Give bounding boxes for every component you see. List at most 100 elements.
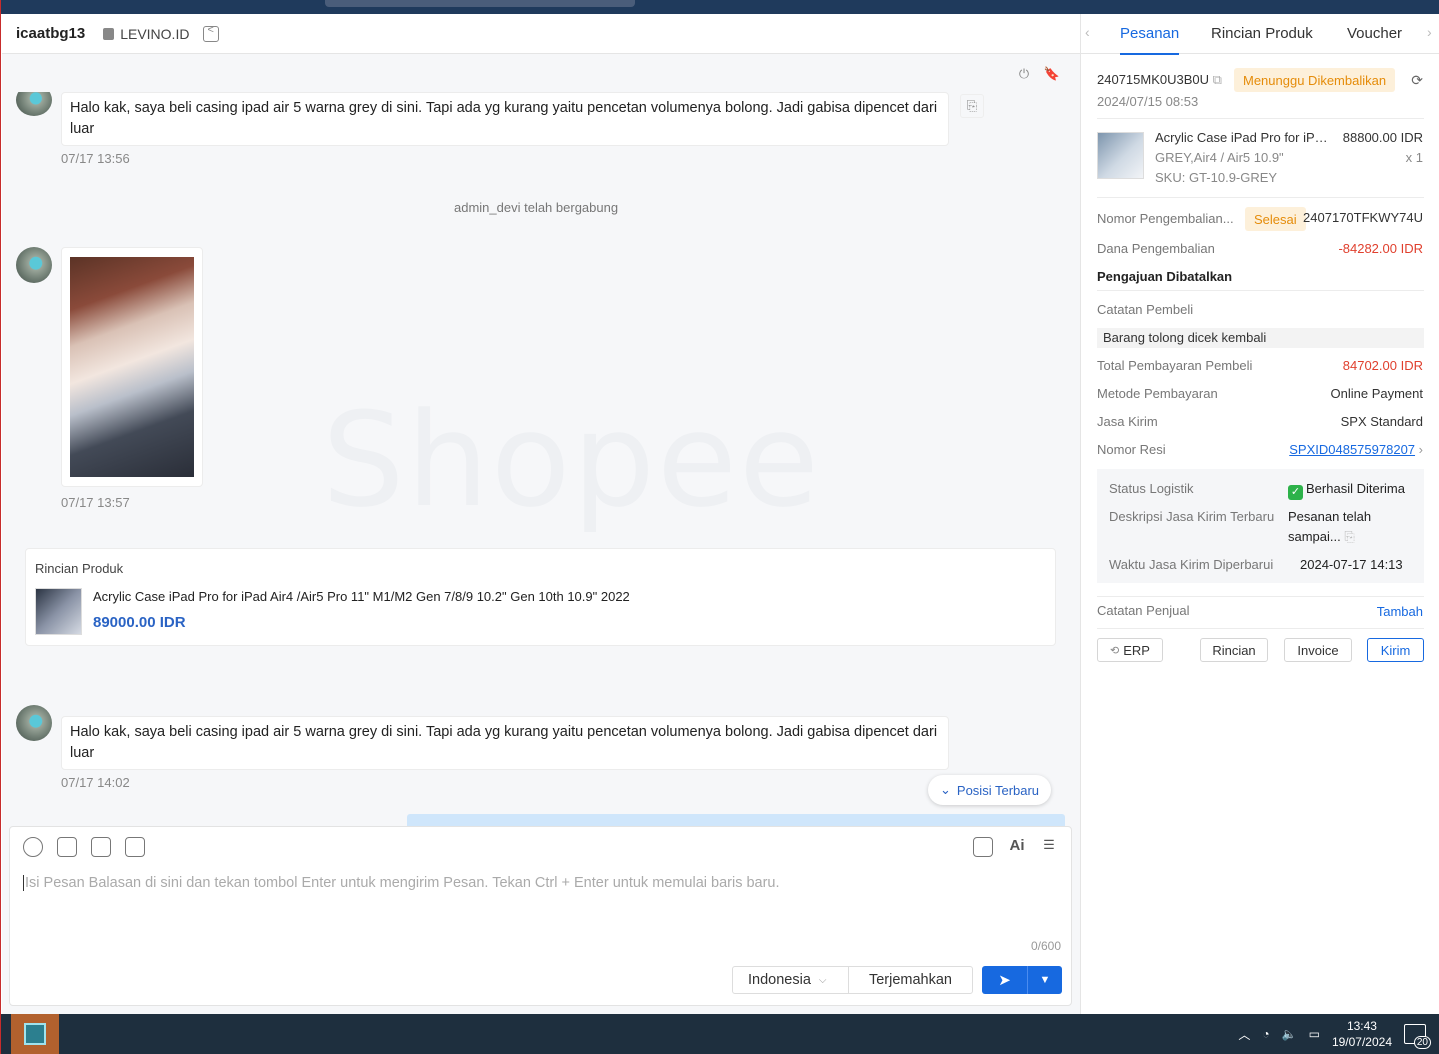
item-thumbnail[interactable] <box>1097 132 1144 179</box>
volume-icon[interactable]: 🔈 <box>1282 1027 1297 1041</box>
app-window: icaatbg13 LEVINO.ID ⏻ 🔖 Shopee Halo kak,… <box>0 0 1439 1054</box>
logistics-updated-value: 2024-07-17 14:13 <box>1300 557 1403 572</box>
bookmark-icon[interactable]: 🔖 <box>1044 66 1060 82</box>
image-icon[interactable] <box>57 837 77 857</box>
logistics-desc-line1: Pesanan telah <box>1288 509 1372 524</box>
emoji-icon[interactable] <box>23 837 43 857</box>
logistics-status-text: Berhasil Diterima <box>1306 481 1405 496</box>
payment-value: Online Payment <box>1330 386 1424 401</box>
ai-icon[interactable]: Ai <box>1009 837 1025 854</box>
order-id[interactable]: 240715MK0U3B0U ⧉ <box>1097 72 1222 88</box>
list-indent-icon[interactable]: ☰ <box>1041 837 1057 853</box>
refresh-icon[interactable]: ⟳ <box>1411 72 1423 89</box>
resi-row: SPXID048575978207 › <box>1289 442 1423 457</box>
resi-label: Nomor Resi <box>1097 442 1166 457</box>
product-card-label: Rincian Produk <box>35 561 124 576</box>
translate-icon[interactable]: ⎘ <box>960 94 984 118</box>
panel-tabs: ‹ Pesanan Rincian Produk Voucher › <box>1081 14 1439 55</box>
message-time: 07/17 14:02 <box>61 775 130 790</box>
avatar[interactable] <box>16 705 52 741</box>
notification-count: 20 <box>1413 1036 1431 1049</box>
copy-icon[interactable]: ⧉ <box>1213 72 1222 87</box>
language-value: Indonesia <box>748 972 811 988</box>
window-titlebar <box>1 0 1439 14</box>
divider <box>1097 596 1424 597</box>
seller-note-label: Catatan Penjual <box>1097 603 1190 618</box>
return-no: 2407170TFKWY74U <box>1303 210 1423 225</box>
message-time: 07/17 13:57 <box>61 495 130 510</box>
product-icon[interactable] <box>125 837 145 857</box>
app-taskbar-icon[interactable] <box>11 1014 59 1054</box>
quick-reply-icon[interactable] <box>973 837 993 857</box>
latest-position-label: Posisi Terbaru <box>956 782 1040 798</box>
payment-label: Metode Pembayaran <box>1097 386 1218 401</box>
network-icon[interactable]: ◔ <box>1262 1027 1269 1041</box>
avatar[interactable] <box>16 247 52 283</box>
send-order-button[interactable]: Kirim <box>1367 638 1424 662</box>
latest-position-button[interactable]: ⌄ Posisi Terbaru <box>928 775 1052 805</box>
logistics-desc-label: Deskripsi Jasa Kirim Terbaru <box>1109 509 1275 524</box>
shop-name: LEVINO.ID <box>120 25 190 42</box>
logistics-box: Status Logistik ✓ Berhasil Diterima Deskr… <box>1097 469 1424 583</box>
tab-voucher[interactable]: Voucher <box>1347 25 1402 42</box>
item-name[interactable]: Acrylic Case iPad Pro for iPad Air4 <box>1155 130 1330 145</box>
logistics-status-value: ✓ Berhasil Diterima <box>1288 479 1405 500</box>
return-status-badge: Selesai <box>1245 207 1306 231</box>
send-icon[interactable]: ➤ <box>982 966 1028 994</box>
invoice-button[interactable]: Invoice <box>1284 638 1352 662</box>
power-icon[interactable]: ⏻ <box>1016 66 1032 82</box>
window-tab[interactable] <box>325 0 635 7</box>
add-seller-note-link[interactable]: Tambah <box>1377 604 1423 619</box>
notification-icon[interactable]: 20 <box>1404 1024 1431 1049</box>
tab-pesanan[interactable]: Pesanan <box>1120 25 1180 55</box>
send-dropdown-chevron-icon[interactable]: ▼ <box>1028 966 1062 994</box>
customer-photo[interactable] <box>70 257 194 477</box>
divider <box>1097 118 1424 119</box>
char-counter: 0/600 <box>1030 939 1061 953</box>
logistics-updated-label: Waktu Jasa Kirim Diperbarui <box>1109 557 1274 572</box>
product-thumbnail[interactable] <box>35 588 82 635</box>
chevron-up-icon[interactable]: ︿ <box>1238 1026 1250 1043</box>
message-bubble: Halo kak, saya beli casing ipad air 5 wa… <box>61 92 949 146</box>
detail-button[interactable]: Rincian <box>1200 638 1268 662</box>
buyer-note: Barang tolong dicek kembali <box>1097 328 1424 348</box>
message-input[interactable]: Isi Pesan Balasan di sini dan tekan tomb… <box>23 875 780 891</box>
clock[interactable]: 13:43 19/07/2024 <box>1332 1018 1392 1050</box>
language-select[interactable]: Indonesia ⌵ <box>732 966 849 994</box>
avatar[interactable] <box>16 92 52 116</box>
divider <box>1097 628 1424 629</box>
erp-button[interactable]: ⟲ ERP <box>1097 638 1163 662</box>
order-id-text: 240715MK0U3B0U <box>1097 72 1210 87</box>
divider <box>1097 290 1424 291</box>
tabs-right-chevron-icon[interactable]: › <box>1427 24 1432 40</box>
shop-label: LEVINO.ID <box>103 26 189 42</box>
chat-username[interactable]: icaatbg13 <box>16 25 85 42</box>
logistics-status-label: Status Logistik <box>1109 481 1194 496</box>
chevron-right-icon[interactable]: › <box>1419 442 1423 457</box>
tabs-left-chevron-icon[interactable]: ‹ <box>1085 24 1090 40</box>
resi-link[interactable]: SPXID048575978207 <box>1289 442 1415 457</box>
photo-message[interactable] <box>61 247 203 487</box>
shopee-watermark: Shopee <box>322 384 821 536</box>
chat-panel: icaatbg13 LEVINO.ID ⏻ 🔖 Shopee Halo kak,… <box>2 14 1080 1014</box>
share-icon[interactable] <box>203 24 220 42</box>
total-label: Total Pembayaran Pembeli <box>1097 358 1253 373</box>
chat-header: icaatbg13 LEVINO.ID <box>2 14 1080 54</box>
divider <box>1097 197 1424 198</box>
translate-icon[interactable]: ⎘ <box>1344 529 1354 544</box>
product-name[interactable]: Acrylic Case iPad Pro for iPad Air4 /Air… <box>93 589 630 604</box>
refund-value: -84282.00 IDR <box>1338 241 1423 256</box>
send-button-group: ➤ ▼ <box>982 966 1062 994</box>
item-price: 88800.00 IDR <box>1342 130 1423 145</box>
clock-time: 13:43 <box>1346 1019 1377 1033</box>
outgoing-message-preview <box>407 814 1065 826</box>
translate-button[interactable]: Terjemahkan <box>848 966 973 994</box>
tab-rincian-produk[interactable]: Rincian Produk <box>1211 25 1313 42</box>
return-no-label: Nomor Pengembalian... <box>1097 211 1234 226</box>
product-card[interactable]: Rincian Produk Acrylic Case iPad Pro for… <box>25 548 1056 646</box>
double-chevron-down-icon: ⌄ <box>940 782 951 797</box>
chevron-down-icon: ⌵ <box>818 974 827 986</box>
video-icon[interactable] <box>91 837 111 857</box>
order-status-badge: Menunggu Dikembalikan <box>1234 68 1396 92</box>
display-icon[interactable]: ▭ <box>1309 1027 1320 1041</box>
